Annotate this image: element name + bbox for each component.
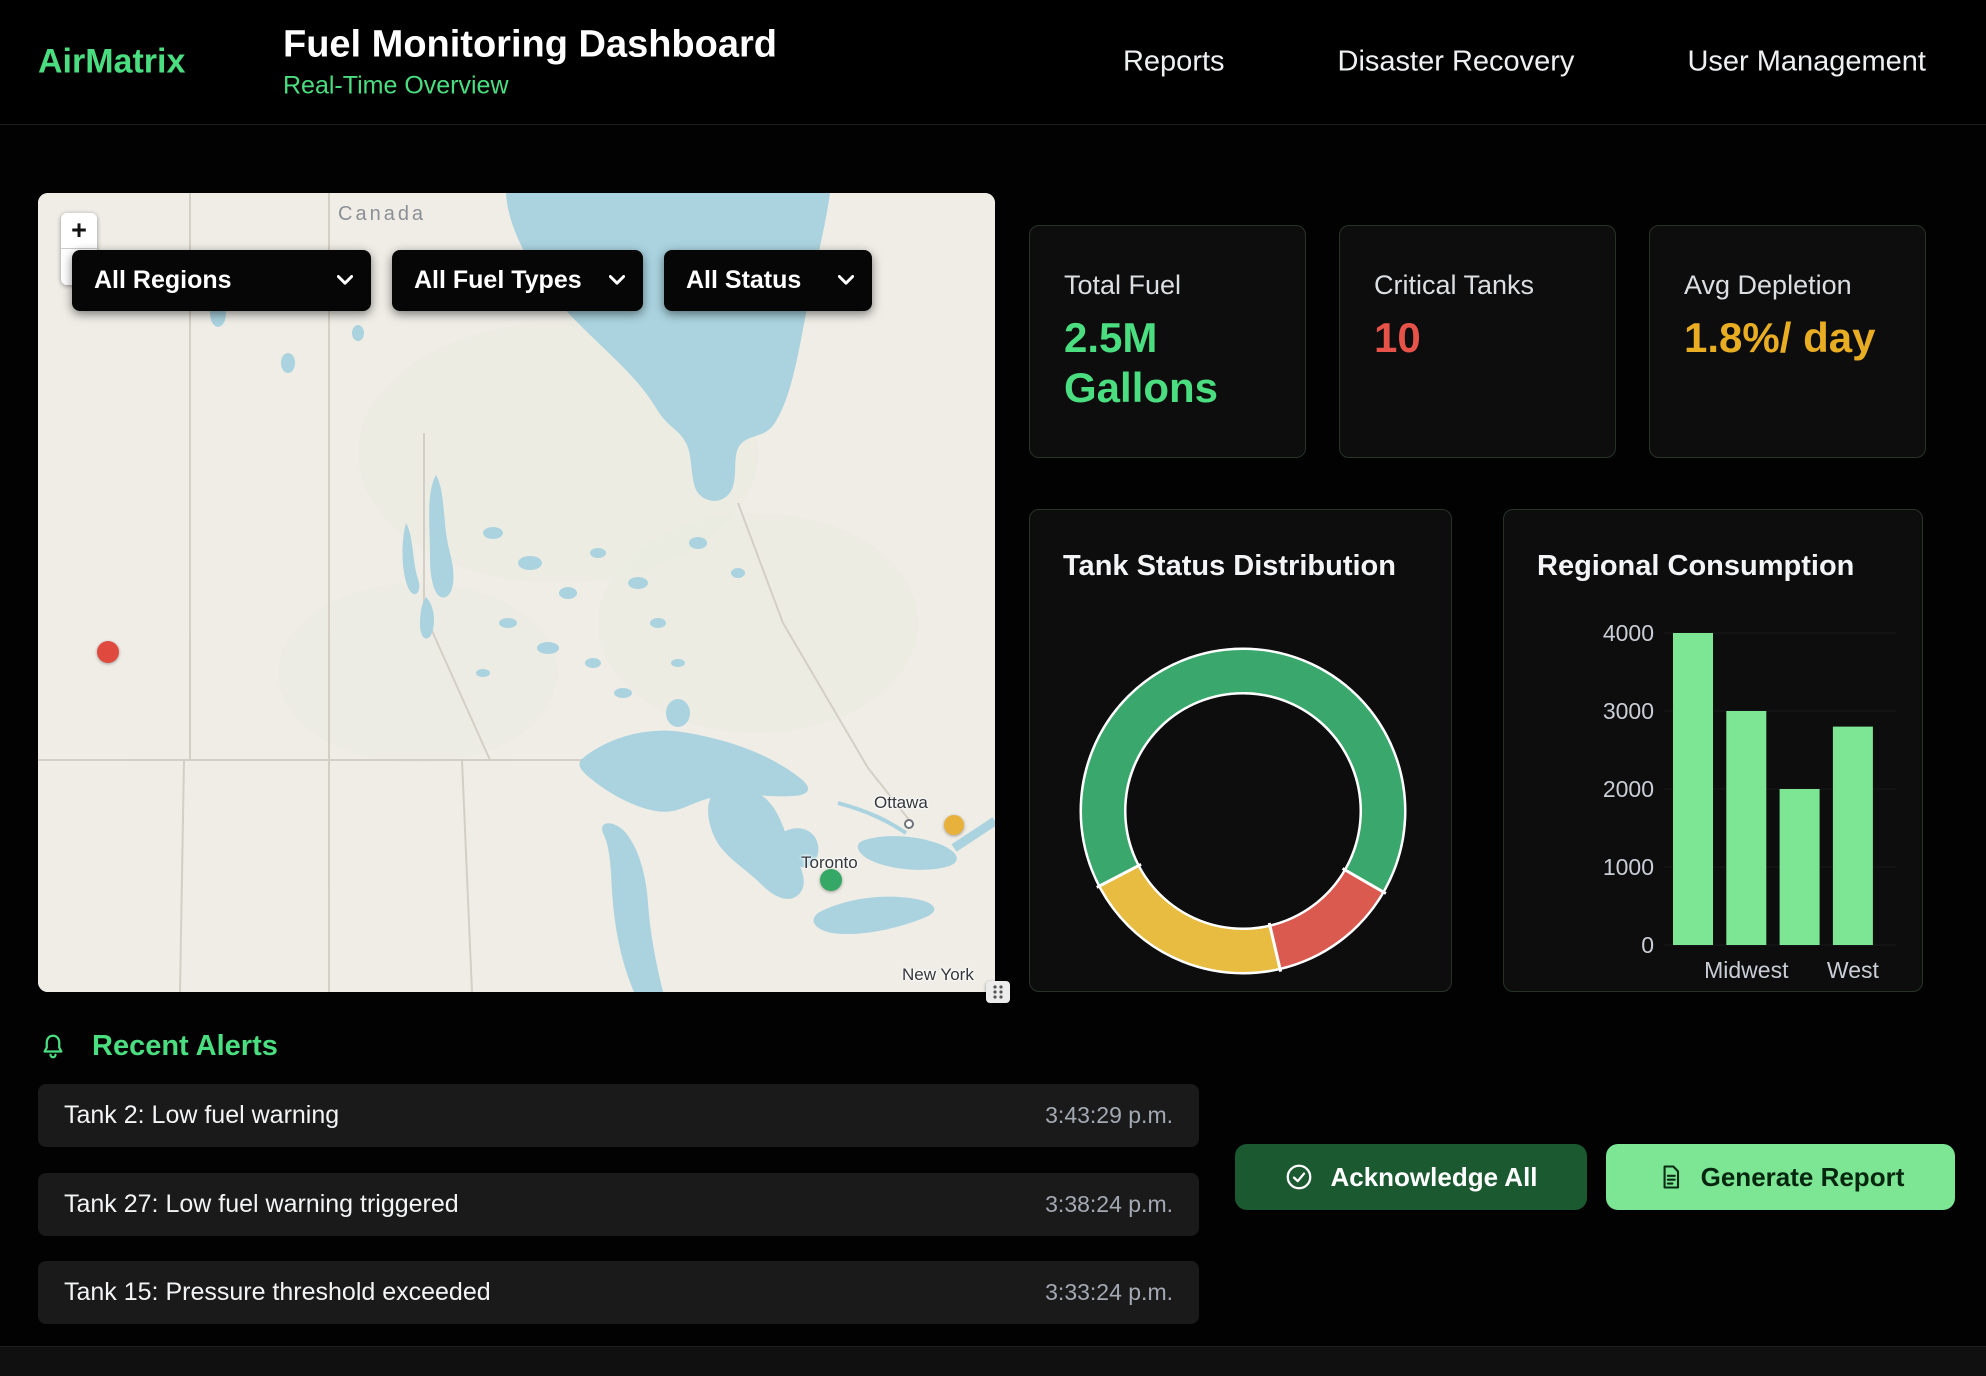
fuel-monitoring-dashboard: AirMatrix Fuel Monitoring Dashboard Real…: [0, 0, 1986, 1376]
page-subtitle: Real-Time Overview: [283, 71, 777, 100]
acknowledge-all-button[interactable]: Acknowledge All: [1235, 1144, 1587, 1210]
svg-text:West: West: [1827, 957, 1880, 983]
alerts-heading-text: Recent Alerts: [92, 1030, 278, 1063]
nav-reports[interactable]: Reports: [1123, 46, 1225, 79]
map-marker-normal[interactable]: [820, 869, 842, 891]
ottawa-city-dot: [904, 819, 914, 829]
map-filters: All Regions All Fuel Types All Status: [72, 250, 872, 311]
svg-text:3000: 3000: [1603, 698, 1654, 724]
svg-text:2000: 2000: [1603, 776, 1654, 802]
stat-card-avg-depletion: Avg Depletion 1.8%/ day: [1649, 225, 1926, 458]
region-filter-value: All Regions: [94, 266, 232, 295]
alert-message: Tank 15: Pressure threshold exceeded: [64, 1278, 491, 1307]
svg-text:1000: 1000: [1603, 854, 1654, 880]
regional-consumption-bar-chart: 0 1000 2000 3000 4000 Midwest West: [1504, 510, 1924, 993]
zoom-in-button[interactable]: +: [61, 213, 97, 249]
map-panel[interactable]: Canada Ottawa Toronto New York + − All R…: [38, 193, 995, 992]
region-filter-select[interactable]: All Regions: [72, 250, 371, 311]
svg-text:4000: 4000: [1603, 620, 1654, 646]
page-title: Fuel Monitoring Dashboard: [283, 24, 777, 68]
alert-message: Tank 2: Low fuel warning: [64, 1101, 339, 1130]
check-circle-icon: [1284, 1162, 1314, 1192]
generate-report-button[interactable]: Generate Report: [1606, 1144, 1955, 1210]
svg-text:0: 0: [1641, 932, 1654, 958]
stat-label: Critical Tanks: [1374, 270, 1581, 301]
alert-timestamp: 3:38:24 p.m.: [1045, 1191, 1173, 1218]
map-label-new-york: New York: [902, 965, 974, 985]
stat-value-avg-depletion: 1.8%/ day: [1684, 313, 1891, 363]
status-filter-select[interactable]: All Status: [664, 250, 872, 311]
map-marker-warning[interactable]: [944, 815, 964, 835]
alert-row[interactable]: Tank 27: Low fuel warning triggered 3:38…: [38, 1173, 1199, 1236]
stat-label: Avg Depletion: [1684, 270, 1891, 301]
chevron-down-icon: [838, 275, 854, 286]
map-label-ottawa: Ottawa: [874, 793, 928, 813]
stat-value-critical-tanks: 10: [1374, 313, 1581, 363]
document-icon: [1657, 1163, 1685, 1191]
brand-logo[interactable]: AirMatrix: [38, 43, 185, 82]
alert-row[interactable]: Tank 2: Low fuel warning 3:43:29 p.m.: [38, 1084, 1199, 1147]
fuel-type-filter-select[interactable]: All Fuel Types: [392, 250, 643, 311]
map-resize-handle[interactable]: [986, 981, 1010, 1003]
tank-status-donut-chart: [1073, 641, 1413, 981]
title-block: Fuel Monitoring Dashboard Real-Time Over…: [283, 24, 777, 101]
stat-label: Total Fuel: [1064, 270, 1271, 301]
nav-disaster-recovery[interactable]: Disaster Recovery: [1338, 46, 1575, 79]
nav-user-management[interactable]: User Management: [1687, 46, 1926, 79]
alert-timestamp: 3:43:29 p.m.: [1045, 1102, 1173, 1129]
button-label: Generate Report: [1701, 1162, 1905, 1193]
chevron-down-icon: [609, 275, 625, 286]
svg-text:Midwest: Midwest: [1704, 957, 1789, 983]
tank-status-chart-card: Tank Status Distribution: [1029, 509, 1452, 992]
stat-card-total-fuel: Total Fuel 2.5M Gallons: [1029, 225, 1306, 458]
main-nav: Reports Disaster Recovery User Managemen…: [1123, 46, 1926, 79]
chart-title: Tank Status Distribution: [1063, 550, 1396, 583]
footer-strip: [0, 1346, 1986, 1376]
alerts-heading: Recent Alerts: [38, 1030, 278, 1063]
stat-value-total-fuel: 2.5M Gallons: [1064, 313, 1271, 414]
header: AirMatrix Fuel Monitoring Dashboard Real…: [0, 0, 1986, 125]
alert-row[interactable]: Tank 15: Pressure threshold exceeded 3:3…: [38, 1261, 1199, 1324]
map-marker-critical[interactable]: [97, 641, 119, 663]
chevron-down-icon: [337, 275, 353, 286]
stat-card-critical-tanks: Critical Tanks 10: [1339, 225, 1616, 458]
button-label: Acknowledge All: [1330, 1162, 1537, 1193]
bell-icon: [38, 1032, 68, 1062]
stats-row: Total Fuel 2.5M Gallons Critical Tanks 1…: [1029, 225, 1926, 458]
alert-message: Tank 27: Low fuel warning triggered: [64, 1190, 459, 1219]
drag-dots-icon: [990, 984, 1006, 1000]
fuel-type-filter-value: All Fuel Types: [414, 266, 582, 295]
alert-timestamp: 3:33:24 p.m.: [1045, 1279, 1173, 1306]
map-label-canada: Canada: [338, 203, 426, 226]
regional-consumption-chart-card: Regional Consumption 01000200030004000Mi…: [1503, 509, 1923, 992]
status-filter-value: All Status: [686, 266, 801, 295]
